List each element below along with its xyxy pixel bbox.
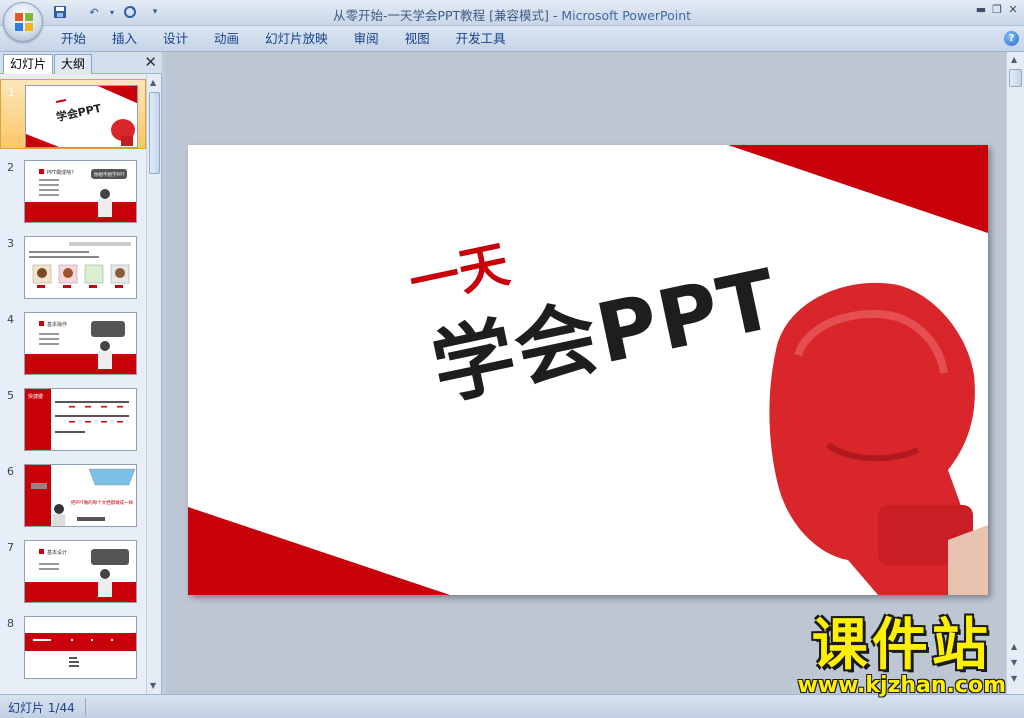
slide-counter: 幻灯片 1/44 — [8, 701, 75, 715]
scrollbar-thumb[interactable] — [1009, 69, 1022, 87]
help-icon[interactable]: ? — [1004, 31, 1019, 46]
slide-number: 3 — [7, 237, 14, 250]
watermark-url: www.kjzhan.com — [797, 673, 1006, 698]
slide-thumbnail-7[interactable]: 7 基本设计 — [0, 535, 146, 605]
tab-insert[interactable]: 插入 — [99, 26, 150, 52]
slide-preview: PPT做成啥？ 你想不想学PPT — [24, 160, 137, 223]
current-slide[interactable]: 一天 学会PPT — [188, 145, 988, 595]
document-title: 从零开始-一天学会PPT教程 [兼容模式] — [332, 8, 549, 23]
minimize-icon[interactable]: ▬ — [974, 3, 988, 17]
previous-slide-icon[interactable]: ▲ — [1011, 642, 1017, 651]
slide-thumbnail-6[interactable]: 6 把PPT做的每个文档都做成一样 — [0, 459, 146, 529]
status-divider — [85, 698, 86, 715]
thumb5-title: 快捷键 — [28, 393, 43, 400]
slide-number: 4 — [7, 313, 14, 326]
slide-editor-area[interactable]: 一天 学会PPT — [166, 52, 1006, 694]
slide-preview: 基本操作 — [24, 312, 137, 375]
watermark-logo-text: 课件站 — [811, 613, 992, 678]
next-slide-icon[interactable]: ▼ — [1011, 658, 1017, 667]
slide-number: 5 — [7, 389, 14, 402]
office-logo-icon — [15, 13, 33, 31]
close-window-icon[interactable]: ✕ — [1006, 3, 1020, 17]
slides-pane: 幻灯片 大纲 ✕ 1 学会PPT 2 PPT做成啥？ 你想不想学PPT 3 4 … — [0, 52, 162, 694]
scroll-up-icon[interactable]: ▲ — [1011, 55, 1017, 64]
tab-developer[interactable]: 开发工具 — [443, 26, 519, 52]
slide-number: 2 — [7, 161, 14, 174]
slide-thumbnail-3[interactable]: 3 — [0, 231, 146, 301]
bottom-left-red-shape — [188, 507, 450, 595]
slide-number: 1 — [8, 86, 15, 99]
scroll-up-icon[interactable]: ▲ — [150, 78, 156, 87]
slide-preview: 快捷键 — [24, 388, 137, 451]
tab-home[interactable]: 开始 — [48, 26, 99, 52]
slide-thumbnail-list[interactable]: 1 学会PPT 2 PPT做成啥？ 你想不想学PPT 3 4 基本操作 5 快捷… — [0, 75, 146, 694]
tab-outline[interactable]: 大纲 — [54, 54, 93, 74]
slide-preview: 把PPT做的每个文档都做成一样 — [24, 464, 137, 527]
tab-animation[interactable]: 动画 — [201, 26, 252, 52]
boxing-glove-image — [769, 282, 988, 595]
slide-preview — [24, 616, 137, 679]
tab-view[interactable]: 视图 — [392, 26, 443, 52]
thumb7-title: 基本设计 — [47, 549, 67, 556]
editor-scrollbar[interactable]: ▲ ▲ ▼ ▼ — [1006, 52, 1024, 694]
svg-text:学会PPT: 学会PPT — [55, 101, 103, 124]
top-right-red-shape — [728, 145, 988, 233]
tab-slideshow[interactable]: 幻灯片放映 — [252, 26, 341, 52]
restore-icon[interactable]: ❐ — [990, 3, 1004, 17]
close-pane-icon[interactable]: ✕ — [144, 54, 157, 70]
thumb4-title: 基本操作 — [47, 321, 67, 328]
slide-preview — [24, 236, 137, 299]
thumb6-text: 把PPT做的每个文档都做成一样 — [71, 499, 134, 506]
tab-review[interactable]: 审阅 — [341, 26, 392, 52]
office-button[interactable] — [3, 2, 43, 42]
slide-thumbnail-2[interactable]: 2 PPT做成啥？ 你想不想学PPT — [0, 155, 146, 225]
ribbon-tabs: 开始 插入 设计 动画 幻灯片放映 审阅 视图 开发工具 ? — [0, 26, 1024, 52]
title-bar: ↶ ▾ ▾ 从零开始-一天学会PPT教程 [兼容模式] - Microsoft … — [0, 0, 1024, 42]
slide-number: 8 — [7, 617, 14, 630]
tab-design[interactable]: 设计 — [150, 26, 201, 52]
slide-thumbnail-5[interactable]: 5 快捷键 — [0, 383, 146, 453]
thumb2-title: PPT做成啥？ — [47, 169, 76, 176]
title-separator: - — [548, 8, 562, 23]
slide-number: 6 — [7, 465, 14, 478]
slide-preview: 基本设计 — [24, 540, 137, 603]
tab-slides[interactable]: 幻灯片 — [3, 54, 54, 74]
slide-preview: 学会PPT — [25, 85, 138, 148]
slide-thumbnail-4[interactable]: 4 基本操作 — [0, 307, 146, 377]
window-title: 从零开始-一天学会PPT教程 [兼容模式] - Microsoft PowerP… — [0, 5, 1024, 24]
scrollbar-thumb[interactable] — [149, 92, 160, 174]
scroll-down-icon[interactable]: ▼ — [150, 681, 156, 690]
thumbnail-scrollbar[interactable]: ▲ ▼ — [146, 75, 161, 694]
scroll-down-icon[interactable]: ▼ — [1011, 674, 1017, 683]
watermark: 课件站 www.kjzhan.com — [797, 618, 1006, 698]
slide-number: 7 — [7, 541, 14, 554]
slide-thumbnail-1[interactable]: 1 学会PPT — [0, 79, 146, 149]
slide-thumbnail-8[interactable]: 8 — [0, 611, 146, 681]
app-name: Microsoft PowerPoint — [561, 8, 692, 23]
thumb2-bubble: 你想不想学PPT — [94, 171, 125, 178]
